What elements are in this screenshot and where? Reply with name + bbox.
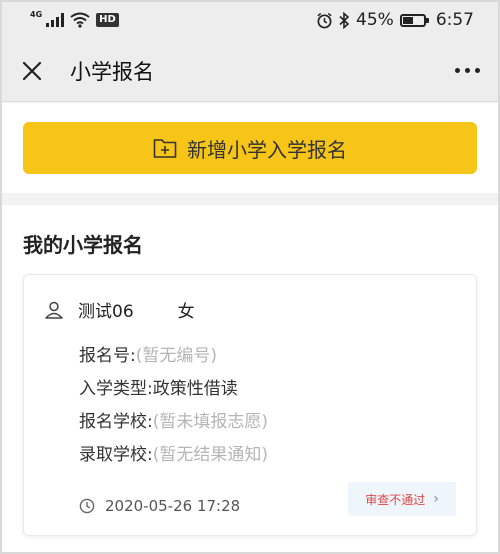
field-label: 报名学校: — [79, 412, 153, 432]
student-gender: 女 — [177, 302, 195, 322]
field-value: (暂无结果通知) — [152, 445, 268, 465]
close-button[interactable] — [20, 59, 44, 83]
field-label: 入学类型: — [79, 379, 153, 399]
battery-icon — [399, 13, 429, 27]
bluetooth-icon — [339, 11, 350, 29]
submission-time: 2020-05-26 17:28 — [105, 497, 241, 515]
info-row-applied-school: 报名学校:(暂未填报志愿) — [79, 407, 268, 432]
hd-icon: HD — [96, 13, 119, 27]
clock-icon — [79, 498, 95, 514]
signal-icon — [46, 13, 65, 27]
person-row: 测试06 女 — [44, 297, 195, 322]
enrollment-card[interactable]: 测试06 女 报名号:(暂无编号) 入学类型:政策性借读 报名学校:(暂未填报志… — [23, 274, 477, 536]
status-bar-right: 45% 6:57 — [316, 10, 474, 30]
student-name: 测试06 — [78, 302, 134, 322]
add-enrollment-button[interactable]: 新增小学入学报名 — [23, 122, 477, 174]
page-title: 小学报名 — [70, 59, 154, 84]
field-value: (暂无编号) — [135, 346, 217, 366]
network-type-label: 4G — [30, 9, 43, 19]
close-icon — [22, 61, 42, 80]
review-status-label: 审查不通过 — [365, 492, 426, 507]
alarm-icon — [317, 12, 332, 28]
review-status-button[interactable]: 审查不通过 › — [348, 482, 456, 516]
info-row-enrollment-number: 报名号:(暂无编号) — [79, 341, 217, 366]
more-icon — [455, 68, 460, 73]
status-bar-left: 4G HD — [30, 9, 119, 28]
field-value: 政策性借读 — [152, 379, 238, 399]
user-icon — [45, 301, 63, 319]
battery-percent: 45% — [356, 10, 394, 30]
section-title: 我的小学报名 — [23, 233, 143, 257]
more-button[interactable] — [455, 68, 480, 73]
field-label: 报名号: — [79, 346, 136, 366]
info-row-admitted-school: 录取学校:(暂无结果通知) — [79, 440, 268, 465]
my-enrollments-section: 我的小学报名 测试06 女 报名号:(暂无编号) 入学类型:政策性借读 报名学校… — [0, 205, 500, 554]
folder-plus-icon — [153, 139, 177, 158]
wifi-icon — [70, 12, 90, 28]
info-row-admission-type: 入学类型:政策性借读 — [79, 374, 238, 399]
chevron-right-icon: › — [433, 491, 439, 507]
field-value: (暂未填报志愿) — [152, 412, 268, 432]
timestamp-row: 2020-05-26 17:28 — [79, 497, 240, 515]
clock-time: 6:57 — [435, 10, 474, 30]
field-label: 录取学校: — [79, 445, 153, 465]
status-bar: 4G HD 45% 6:57 — [0, 0, 500, 40]
nav-bar: 小学报名 — [0, 40, 500, 102]
add-enrollment-label: 新增小学入学报名 — [187, 137, 347, 162]
add-area: 新增小学入学报名 — [0, 103, 500, 193]
